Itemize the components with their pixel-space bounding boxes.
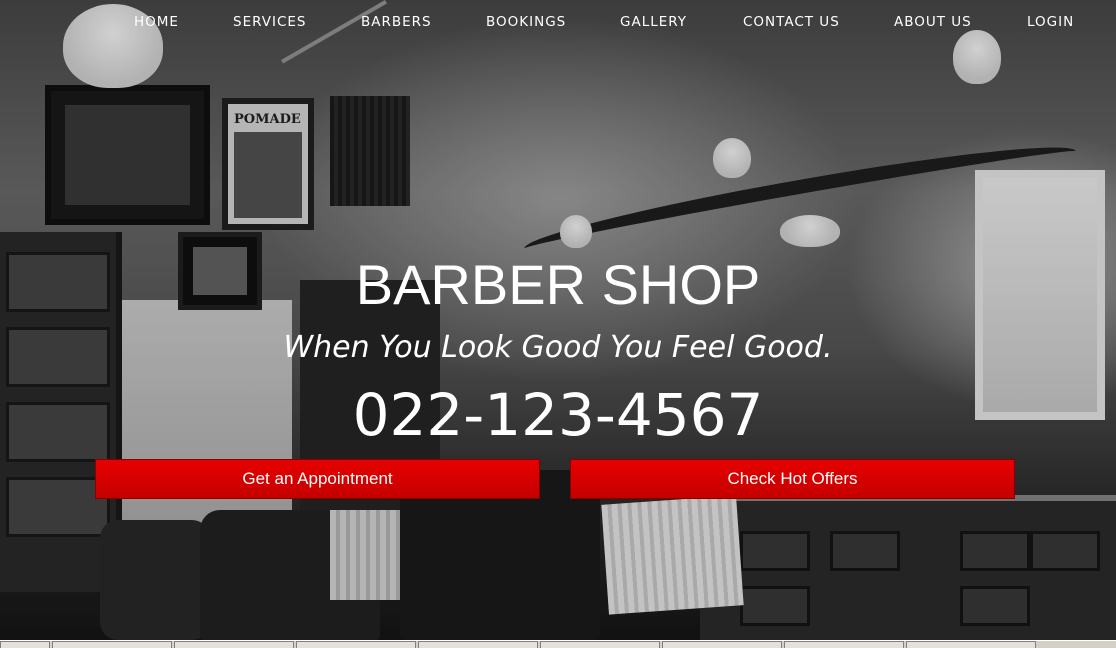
taskbar-button[interactable] <box>418 641 538 648</box>
nav-login-link[interactable]: LOGIN <box>1027 14 1074 30</box>
nav-about-us-link[interactable]: ABOUT US <box>894 14 972 30</box>
nav-barbers-link[interactable]: BARBERS <box>361 14 432 30</box>
check-hot-offers-button[interactable]: Check Hot Offers <box>570 459 1015 499</box>
taskbar-button[interactable] <box>540 641 660 648</box>
hero-tagline: When You Look Good You Feel Good. <box>283 330 833 365</box>
hero-title: BARBER SHOP <box>355 253 761 316</box>
taskbar-button[interactable] <box>906 641 1036 648</box>
nav-gallery-link[interactable]: GALLERY <box>620 14 687 30</box>
taskbar-button[interactable] <box>52 641 172 648</box>
hero-phone-number: 022-123-4567 <box>352 381 764 449</box>
nav-services-link[interactable]: SERVICES <box>233 14 306 30</box>
taskbar-button[interactable] <box>0 641 50 648</box>
os-taskbar <box>0 640 1116 648</box>
hero-overlay <box>0 0 1116 640</box>
main-navigation: HOME SERVICES BARBERS BOOKINGS GALLERY C… <box>0 14 1116 34</box>
taskbar-button[interactable] <box>174 641 294 648</box>
get-appointment-button[interactable]: Get an Appointment <box>95 459 540 499</box>
taskbar-button[interactable] <box>784 641 904 648</box>
taskbar-button[interactable] <box>296 641 416 648</box>
nav-contact-us-link[interactable]: CONTACT US <box>743 14 840 30</box>
taskbar-button[interactable] <box>662 641 782 648</box>
nav-bookings-link[interactable]: BOOKINGS <box>486 14 566 30</box>
hero-background: POMADE <box>0 0 1116 640</box>
nav-home-link[interactable]: HOME <box>134 14 179 30</box>
